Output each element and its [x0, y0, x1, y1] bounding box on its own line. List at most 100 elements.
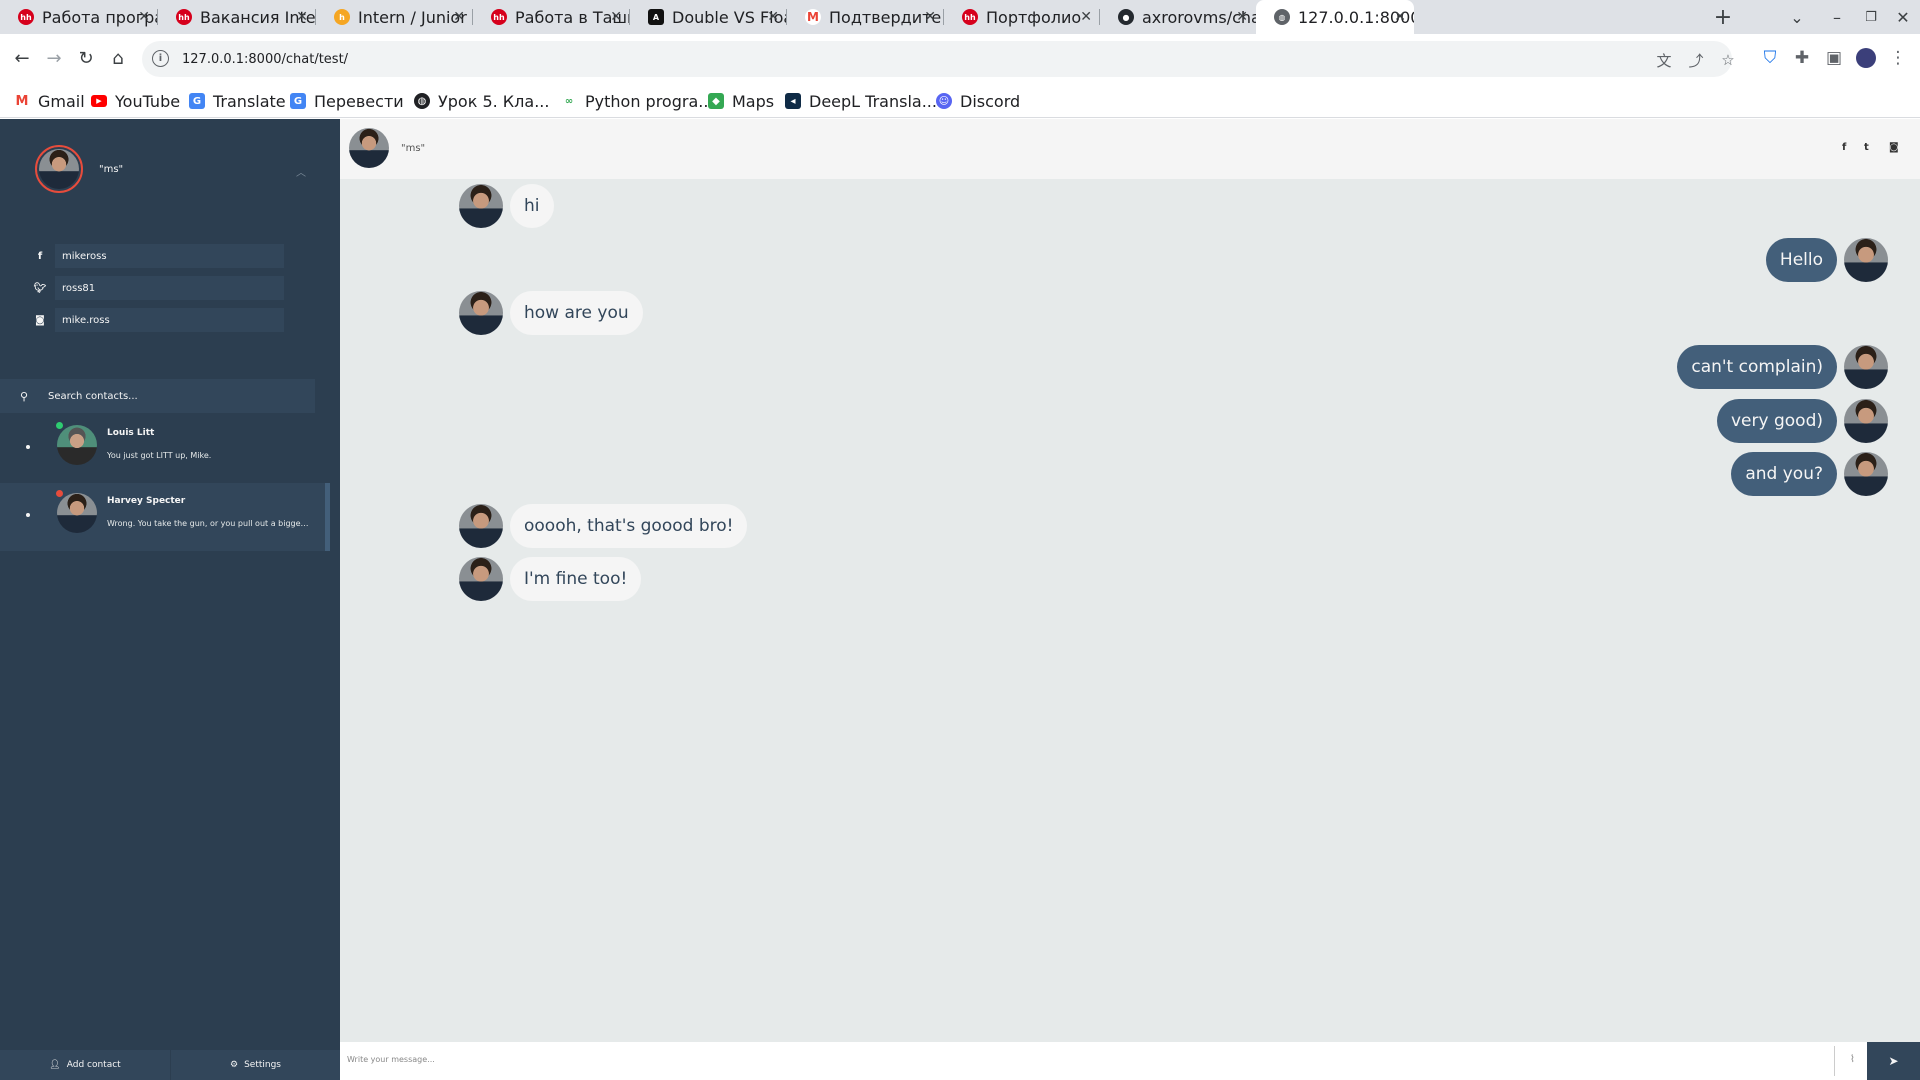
browser-tab-3[interactable]: h Intern / Junior Pr ✕: [316, 0, 473, 34]
site-info-icon[interactable]: i: [152, 50, 169, 67]
side-panel-icon[interactable]: ▣: [1822, 44, 1846, 72]
message-input-bar: Write your message... ⌇ ➤: [340, 1042, 1920, 1080]
facebook-icon[interactable]: f: [1842, 142, 1846, 153]
bookmark-python[interactable]: ∞ Python progra...: [561, 91, 714, 111]
bookmark-label: Python progra...: [585, 91, 714, 111]
gmail-icon: M: [15, 93, 29, 109]
maps-icon: ◆: [708, 93, 724, 109]
bookmark-maps[interactable]: ◆ Maps: [708, 91, 774, 111]
message-bubble: and you?: [1731, 452, 1837, 496]
message-sent: ooooh, that's goood bro!: [459, 504, 748, 548]
hh-favicon-icon: hh: [18, 9, 34, 25]
bookmark-perevesti[interactable]: G Перевести: [290, 91, 404, 111]
contact-search[interactable]: ⚲ Search contacts...: [0, 379, 315, 413]
shield-extension-icon[interactable]: ⛉: [1758, 44, 1782, 72]
facebook-field[interactable]: mikeross: [55, 244, 284, 268]
expand-chevron-icon[interactable]: ︿: [296, 164, 306, 179]
browser-tab-4[interactable]: hh Работа в Ташке ✕: [473, 0, 630, 34]
new-tab-button[interactable]: +: [1708, 0, 1738, 34]
input-divider: [1834, 1046, 1835, 1076]
message-reply: and you?: [1731, 452, 1888, 496]
twitter-icon[interactable]: t: [1864, 142, 1869, 153]
message-avatar: [1844, 452, 1888, 496]
bookmark-label: Maps: [732, 91, 775, 111]
address-bar[interactable]: i 127.0.0.1:8000/chat/test/ 文 ⤴ ☆: [142, 41, 1735, 77]
translate-page-icon[interactable]: 文: [1654, 51, 1674, 70]
message-bubble: Hello: [1765, 238, 1837, 282]
bookmark-star-icon[interactable]: ☆: [1718, 51, 1738, 69]
gear-icon: ⚙: [230, 1060, 239, 1070]
home-icon[interactable]: ⌂: [104, 44, 132, 72]
bookmark-urok[interactable]: ◍ Урок 5. Кла...: [414, 91, 549, 111]
browser-tab-2[interactable]: hh Вакансия Intern ✕: [158, 0, 316, 34]
chat-header: "ms" f t ◙: [340, 119, 1920, 179]
tab-search-chevron-icon[interactable]: ⌄: [1782, 0, 1812, 34]
add-contact-button[interactable]: 👤︎ Add contact: [0, 1050, 170, 1080]
hh-favicon-icon: hh: [491, 9, 507, 25]
send-button[interactable]: ➤: [1867, 1042, 1920, 1080]
browser-tab-1[interactable]: hh Работа програм ✕: [0, 0, 158, 34]
profile-avatar[interactable]: [35, 145, 83, 193]
contact-name: Louis Litt: [107, 428, 155, 438]
twitter-field[interactable]: ross81: [55, 276, 284, 300]
browser-tab-7[interactable]: hh Портфолио ✕: [944, 0, 1100, 34]
chat-app: "ms" ︿ f mikeross 🐦︎ ross81 ◙ mike.ross …: [0, 119, 1920, 1080]
bookmark-label: Урок 5. Кла...: [438, 91, 550, 111]
back-arrow-icon[interactable]: ←: [8, 44, 36, 72]
message-bubble: hi: [510, 184, 554, 228]
youtube-icon: ▶: [91, 95, 107, 107]
bookmark-translate[interactable]: G Translate: [189, 91, 286, 111]
message-avatar: [459, 557, 503, 601]
busy-status-dot: [56, 490, 63, 497]
window-close-icon[interactable]: ✕: [1888, 0, 1918, 34]
message-reply: can't complain): [1677, 345, 1888, 389]
forward-arrow-icon[interactable]: →: [40, 44, 68, 72]
python-icon: ∞: [564, 95, 574, 107]
menu-kebab-icon[interactable]: ⋮: [1886, 44, 1910, 72]
bookmark-gmail[interactable]: M Gmail: [14, 91, 85, 111]
search-input[interactable]: Search contacts...: [48, 391, 138, 402]
restore-icon[interactable]: ❐: [1856, 0, 1886, 34]
close-tab-icon[interactable]: ✕: [453, 9, 465, 25]
profile-photo: [39, 149, 79, 189]
extensions-puzzle-icon[interactable]: ✚: [1790, 44, 1814, 72]
close-tab-icon[interactable]: ✕: [1236, 9, 1248, 25]
browser-tab-5[interactable]: A Double VS Float ✕: [630, 0, 787, 34]
bookmark-youtube[interactable]: ▶ YouTube: [91, 91, 180, 111]
profile-avatar-icon[interactable]: [1854, 44, 1878, 72]
close-tab-icon[interactable]: ✕: [610, 9, 622, 25]
social-facebook: f mikeross: [32, 244, 284, 268]
browser-tab-strip: hh Работа програм ✕ hh Вакансия Intern ✕…: [0, 0, 1920, 34]
message-input[interactable]: Write your message...: [347, 1055, 435, 1064]
social-twitter: 🐦︎ ross81: [32, 276, 284, 300]
message-avatar: [459, 291, 503, 335]
close-tab-icon[interactable]: ✕: [1394, 9, 1406, 25]
browser-toolbar: ← → ↻ ⌂ i 127.0.0.1:8000/chat/test/ 文 ⤴ …: [0, 34, 1920, 84]
contact-item-louis-litt[interactable]: Louis Litt You just got LITT up, Mike.: [0, 415, 330, 483]
browser-tab-active[interactable]: ◍ 127.0.0.1:8000/cha ✕: [1256, 0, 1414, 34]
instagram-icon[interactable]: ◙: [1889, 142, 1899, 153]
paperclip-icon[interactable]: ⌇: [1850, 1054, 1855, 1065]
message-reply: Hello: [1765, 238, 1888, 282]
sidepanel-bottom-bar: 👤︎ Add contact ⚙ Settings: [0, 1050, 340, 1080]
share-icon[interactable]: ⤴: [1686, 51, 1706, 70]
bookmark-label: Перевести: [314, 91, 404, 111]
minimize-icon[interactable]: –: [1822, 0, 1852, 34]
translate-icon: G: [189, 93, 205, 109]
close-tab-icon[interactable]: ✕: [296, 9, 308, 25]
settings-button[interactable]: ⚙ Settings: [170, 1050, 340, 1080]
browser-tab-6[interactable]: M Подтвердите в ✕: [787, 0, 944, 34]
close-tab-icon[interactable]: ✕: [767, 9, 779, 25]
close-tab-icon[interactable]: ✕: [138, 9, 150, 25]
close-tab-icon[interactable]: ✕: [1080, 9, 1092, 25]
instagram-field[interactable]: mike.ross: [55, 308, 284, 332]
contact-name: Harvey Specter: [107, 496, 186, 506]
reload-icon[interactable]: ↻: [72, 44, 100, 72]
message-bubble: how are you: [510, 291, 643, 335]
close-tab-icon[interactable]: ✕: [924, 9, 936, 25]
facebook-icon: f: [37, 250, 43, 262]
contact-item-harvey-specter[interactable]: Harvey Specter Wrong. You take the gun, …: [0, 483, 330, 551]
browser-tab-8[interactable]: ● axrorovms/chat ✕: [1100, 0, 1256, 34]
bookmark-deepl[interactable]: ◂ DeepL Transla...: [785, 91, 937, 111]
bookmark-discord[interactable]: ☺ Discord: [936, 91, 1020, 111]
